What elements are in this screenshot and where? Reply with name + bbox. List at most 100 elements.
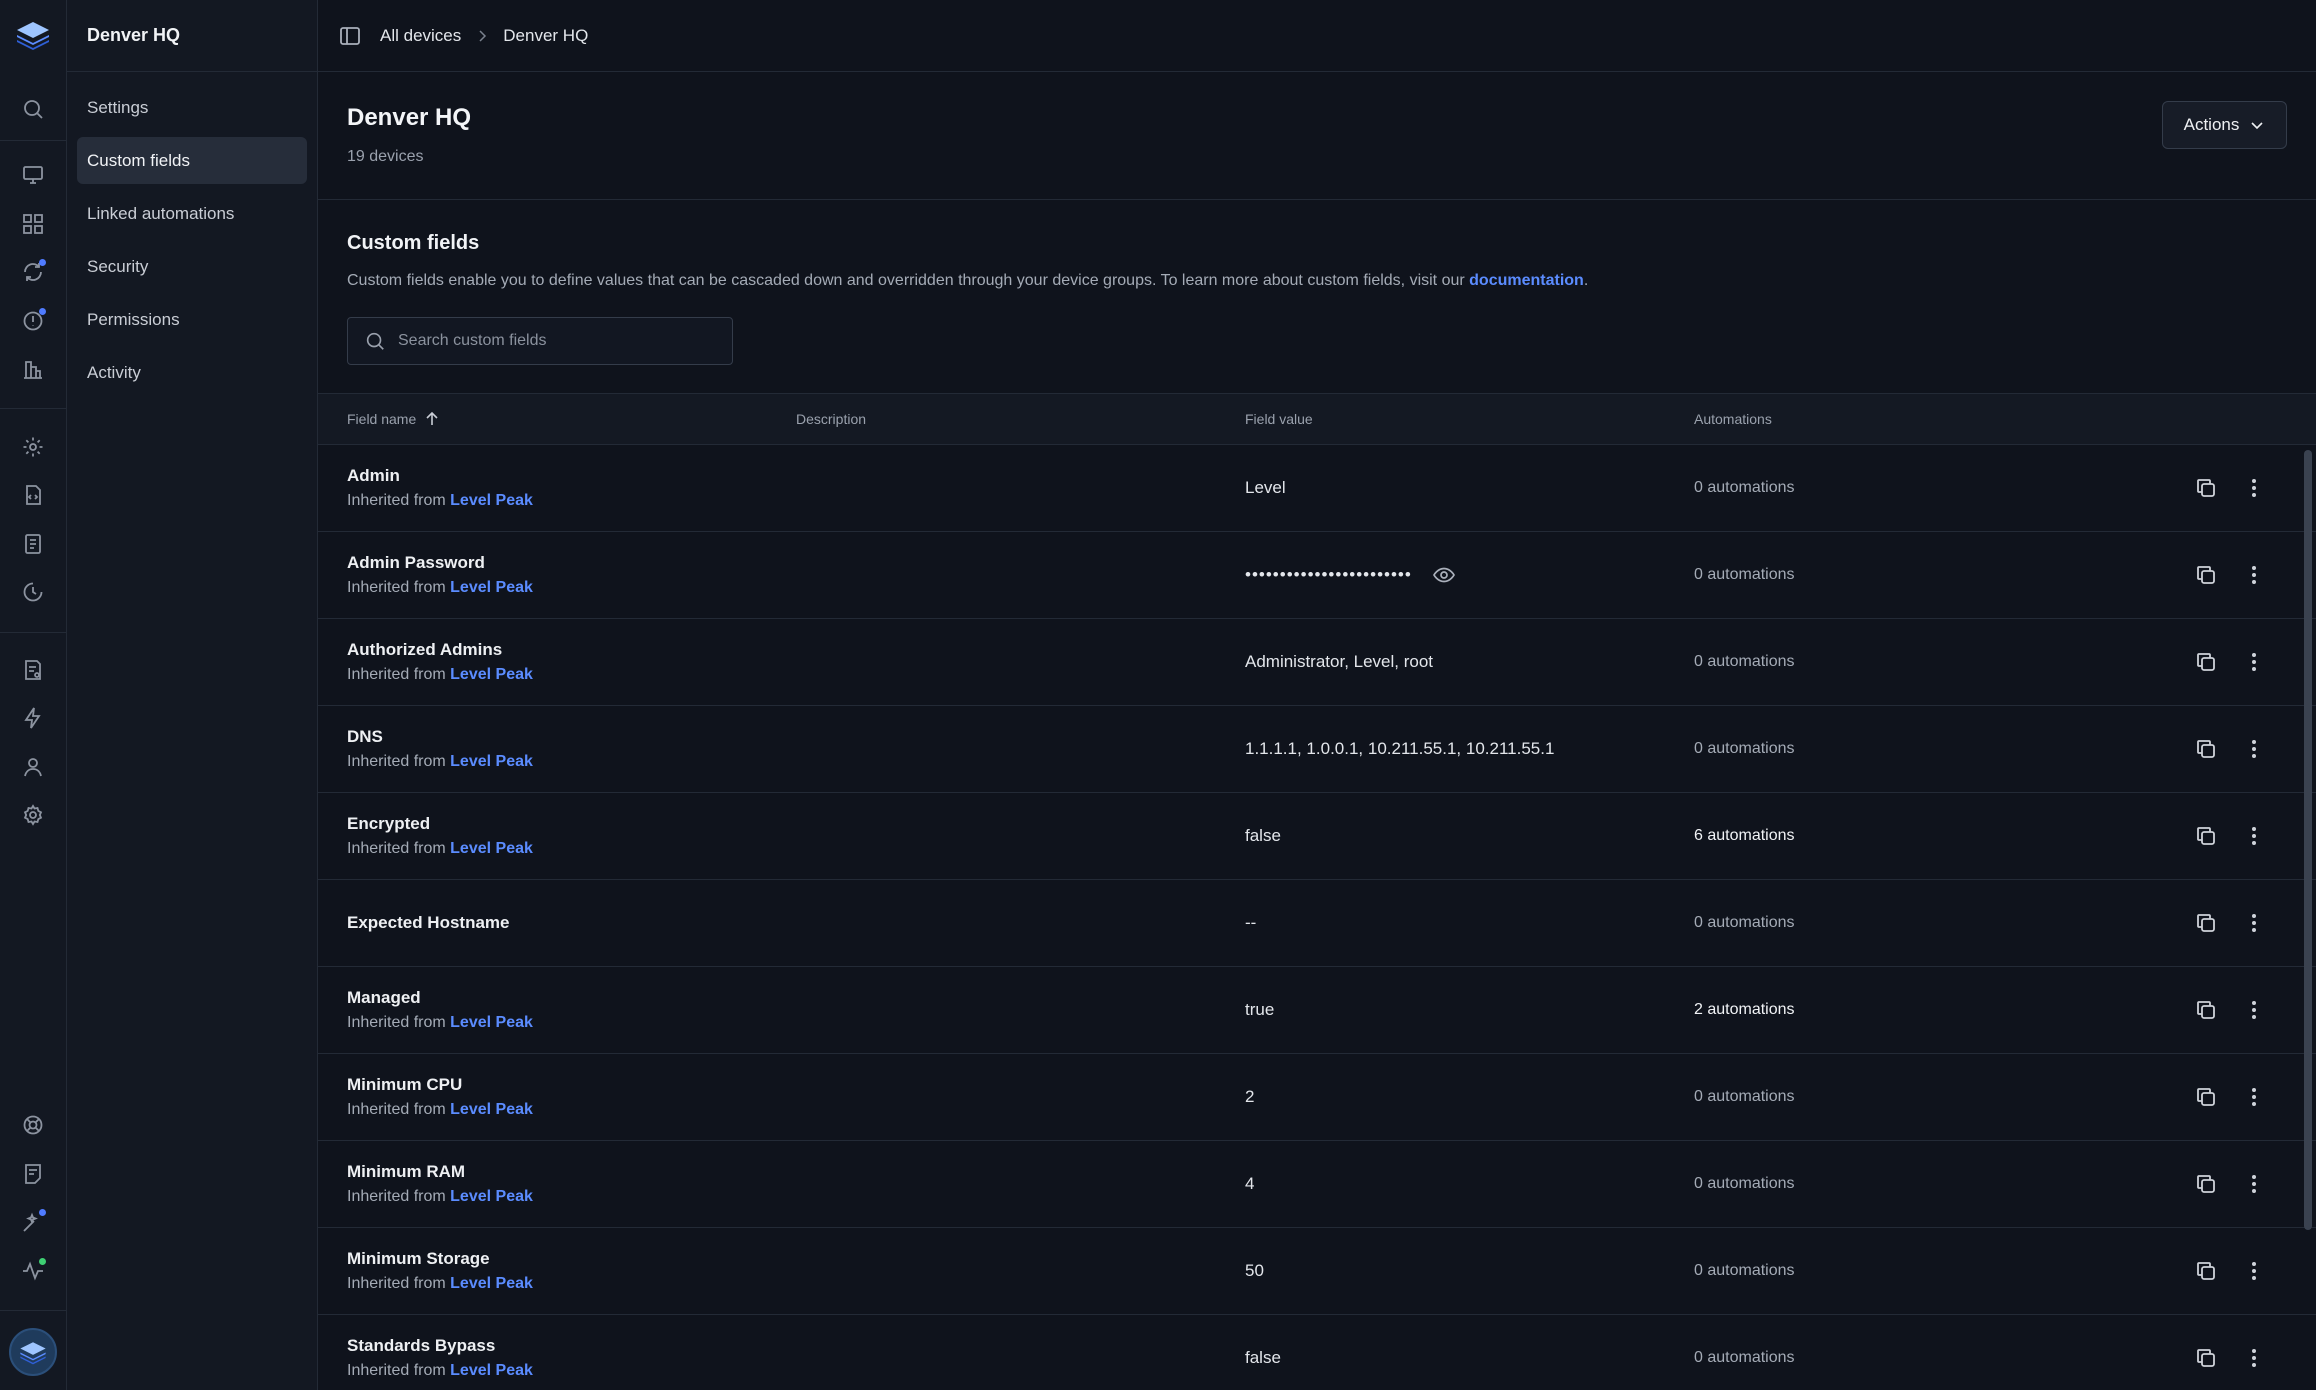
copy-icon[interactable]	[2192, 1083, 2220, 1111]
more-options-icon[interactable]	[2240, 561, 2268, 589]
copy-icon[interactable]	[2192, 1170, 2220, 1198]
gear-icon[interactable]	[19, 801, 47, 829]
breadcrumb-all-devices[interactable]: All devices	[380, 26, 461, 46]
scrollbar-thumb[interactable]	[2304, 450, 2312, 1230]
more-options-icon[interactable]	[2240, 1257, 2268, 1285]
document-icon[interactable]	[19, 530, 47, 558]
inherited-group-link[interactable]: Level Peak	[450, 1275, 533, 1292]
top-bar: All devices Denver HQ	[318, 0, 2316, 72]
field-name: Minimum RAM	[347, 1162, 466, 1181]
table-row[interactable]: Minimum Storage Inherited from Level Peak…	[318, 1228, 2316, 1315]
checklist-icon[interactable]	[19, 656, 47, 684]
sparkle-icon[interactable]	[19, 1208, 47, 1236]
feedback-icon[interactable]	[19, 1160, 47, 1188]
table-row[interactable]: DNS Inherited from Level Peak 1.1.1.1, 1.0…	[318, 706, 2316, 793]
user-icon[interactable]	[19, 753, 47, 781]
sidebar-item-linked-automations[interactable]: Linked automations	[77, 190, 307, 237]
help-icon[interactable]	[19, 1111, 47, 1139]
activity-icon[interactable]	[19, 1257, 47, 1285]
more-options-icon[interactable]	[2240, 822, 2268, 850]
sidebar-title: Denver HQ	[67, 0, 317, 72]
sidebar-item-activity[interactable]: Activity	[77, 349, 307, 396]
more-options-icon[interactable]	[2240, 474, 2268, 502]
sync-icon[interactable]	[19, 258, 47, 286]
field-name: Encrypted	[347, 814, 431, 833]
field-value-cell: 50	[1245, 1228, 1264, 1314]
sidebar-item-custom-fields[interactable]: Custom fields	[77, 137, 307, 184]
sort-ascending-icon	[426, 411, 438, 425]
inherited-group-link[interactable]: Level Peak	[450, 492, 533, 509]
table-row[interactable]: Minimum RAM Inherited from Level Peak 4 0 a…	[318, 1141, 2316, 1228]
more-options-icon[interactable]	[2240, 648, 2268, 676]
column-header-field-name[interactable]: Field name	[347, 394, 440, 444]
more-options-icon[interactable]	[2240, 1344, 2268, 1372]
automations-count[interactable]: 6 automations	[1694, 793, 1795, 879]
automations-count[interactable]: 2 automations	[1694, 967, 1795, 1053]
inherited-group-link[interactable]: Level Peak	[450, 840, 533, 857]
copy-icon[interactable]	[2192, 909, 2220, 937]
table-row[interactable]: Expected Hostname -- 0 automations	[318, 880, 2316, 967]
more-options-icon[interactable]	[2240, 996, 2268, 1024]
script-icon[interactable]	[19, 481, 47, 509]
table-row[interactable]: Admin Password Inherited from Level Peak •…	[318, 532, 2316, 619]
sidebar-item-settings[interactable]: Settings	[77, 84, 307, 131]
actions-button[interactable]: Actions	[2162, 101, 2287, 149]
copy-icon[interactable]	[2192, 561, 2220, 589]
lightning-icon[interactable]	[19, 704, 47, 732]
inherited-from: Inherited from Level Peak	[347, 1014, 533, 1032]
column-label: Field name	[347, 411, 417, 427]
inherited-group-link[interactable]: Level Peak	[450, 1188, 533, 1205]
description-end: .	[1583, 272, 1589, 289]
field-name: Admin	[347, 466, 400, 485]
copy-icon[interactable]	[2192, 1344, 2220, 1372]
column-header-field-value[interactable]: Field value	[1245, 394, 1313, 444]
column-header-automations[interactable]: Automations	[1694, 394, 1772, 444]
sidebar-item-security[interactable]: Security	[77, 243, 307, 290]
more-options-icon[interactable]	[2240, 735, 2268, 763]
monitor-icon[interactable]	[19, 161, 47, 189]
copy-icon[interactable]	[2192, 474, 2220, 502]
column-header-description[interactable]: Description	[796, 394, 866, 444]
breadcrumb-current: Denver HQ	[503, 25, 589, 45]
copy-icon[interactable]	[2192, 822, 2220, 850]
inherited-group-link[interactable]: Level Peak	[450, 666, 533, 683]
table-row[interactable]: Managed Inherited from Level Peak true 2 au…	[318, 967, 2316, 1054]
field-name-cell: Managed Inherited from Level Peak	[347, 967, 533, 1053]
inherited-from: Inherited from Level Peak	[347, 1275, 533, 1293]
copy-icon[interactable]	[2192, 996, 2220, 1024]
inherited-group-link[interactable]: Level Peak	[450, 753, 533, 770]
documentation-link[interactable]: documentation	[1469, 272, 1584, 289]
history-icon[interactable]	[19, 578, 47, 606]
table-row[interactable]: Encrypted Inherited from Level Peak false 6…	[318, 793, 2316, 880]
more-options-icon[interactable]	[2240, 1170, 2268, 1198]
search-icon[interactable]	[19, 95, 47, 123]
field-name: Authorized Admins	[347, 640, 503, 659]
copy-icon[interactable]	[2192, 648, 2220, 676]
inherited-group-link[interactable]: Level Peak	[450, 1101, 533, 1118]
settings-cog-icon[interactable]	[19, 433, 47, 461]
logo-icon[interactable]	[14, 18, 52, 52]
search-input[interactable]	[398, 332, 718, 350]
table-header: Field name Description Field value Autom…	[318, 393, 2316, 445]
inherited-group-link[interactable]: Level Peak	[450, 579, 533, 596]
eye-icon[interactable]	[1432, 563, 1456, 587]
reports-icon[interactable]	[19, 355, 47, 383]
inherited-prefix: Inherited from	[347, 1275, 451, 1292]
sidebar-item-permissions[interactable]: Permissions	[77, 296, 307, 343]
alert-icon[interactable]	[19, 307, 47, 335]
field-value: false	[1245, 826, 1281, 845]
inherited-group-link[interactable]: Level Peak	[450, 1362, 533, 1379]
more-options-icon[interactable]	[2240, 1083, 2268, 1111]
copy-icon[interactable]	[2192, 1257, 2220, 1285]
table-row[interactable]: Authorized Admins Inherited from Level Pe…	[318, 619, 2316, 706]
table-row[interactable]: Minimum CPU Inherited from Level Peak 2 0 a…	[318, 1054, 2316, 1141]
sidebar-toggle-icon[interactable]	[338, 24, 362, 48]
copy-icon[interactable]	[2192, 735, 2220, 763]
table-row[interactable]: Admin Inherited from Level Peak Level 0 aut…	[318, 445, 2316, 532]
inherited-group-link[interactable]: Level Peak	[450, 1014, 533, 1031]
avatar[interactable]	[9, 1328, 57, 1376]
grid-icon[interactable]	[19, 210, 47, 238]
table-row[interactable]: Standards Bypass Inherited from Level Pea…	[318, 1315, 2316, 1390]
more-options-icon[interactable]	[2240, 909, 2268, 937]
group-sidebar: Denver HQ Settings Custom fields Linked …	[67, 0, 318, 1390]
